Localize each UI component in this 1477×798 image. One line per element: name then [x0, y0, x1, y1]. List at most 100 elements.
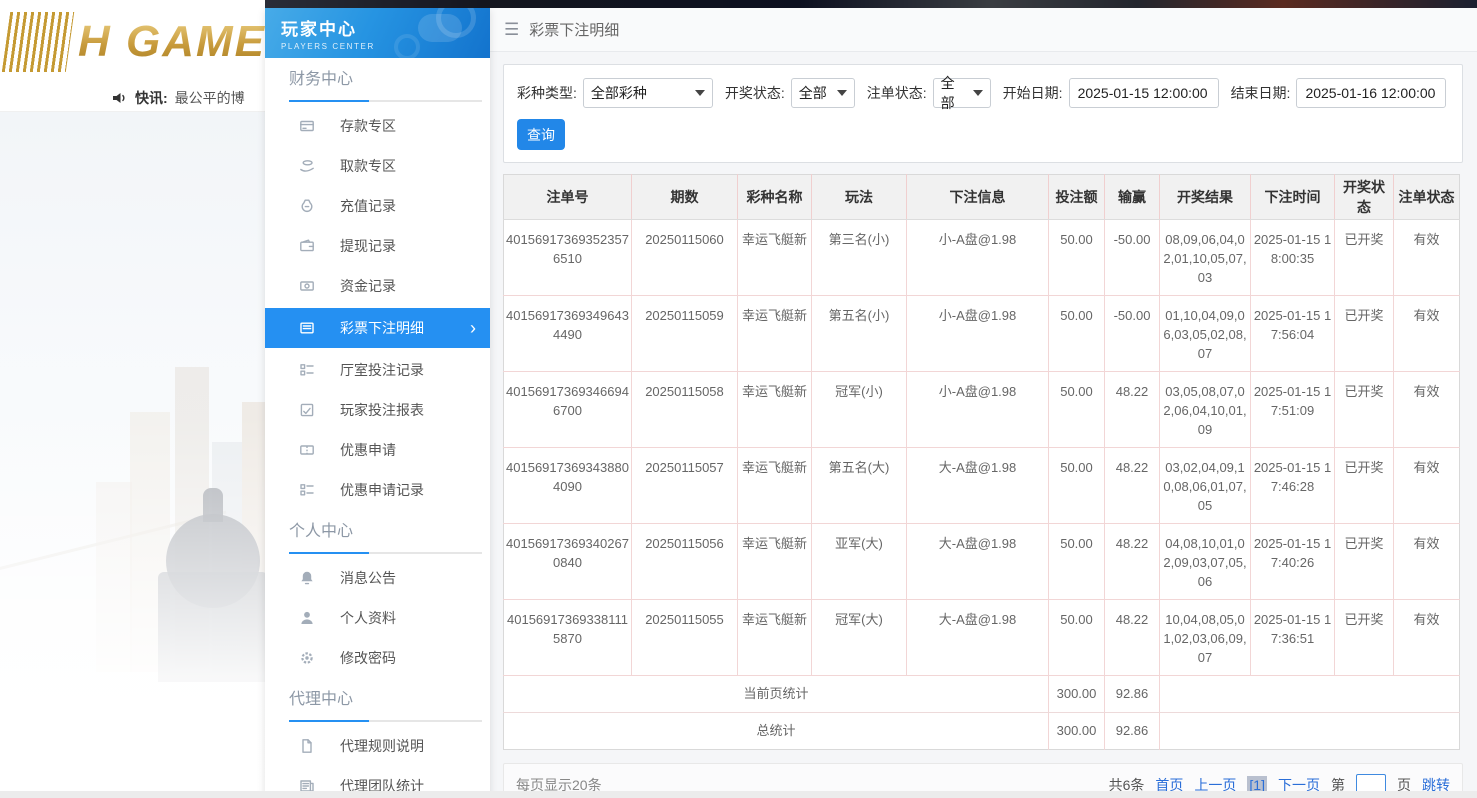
search-button[interactable]: 查询 — [517, 119, 565, 150]
bell-icon — [299, 570, 316, 587]
sidebar-subtitle: PLAYERS CENTER — [281, 42, 375, 51]
section-underline — [289, 720, 482, 722]
summary-winloss-total: 92.86 — [1104, 712, 1160, 750]
column-header-注单号: 注单号 — [503, 174, 632, 220]
sidebar-item-修改密码[interactable]: 修改密码 — [265, 638, 490, 678]
start-date-label: 开始日期: — [1002, 85, 1063, 101]
table-cell: 第五名(大) — [811, 447, 907, 524]
funds-ticket-icon — [299, 278, 316, 295]
sidebar-item-彩票下注明细[interactable]: 彩票下注明细 › — [265, 308, 490, 348]
sidebar-item-存款专区[interactable]: 存款专区 — [265, 106, 490, 146]
table-cell: 已开奖 — [1334, 371, 1394, 448]
end-date-input[interactable] — [1296, 78, 1447, 108]
table-cell: 48.22 — [1104, 447, 1160, 524]
summary-bet-total: 300.00 — [1048, 712, 1105, 750]
sidebar: 玩家中心 PLAYERS CENTER 财务中心存款专区取款专区 充值记录提现记录… — [265, 8, 490, 798]
column-header-彩种名称: 彩种名称 — [737, 174, 812, 220]
sidebar-item-优惠申请[interactable]: 优惠申请 — [265, 430, 490, 470]
summary-winloss-total: 92.86 — [1104, 675, 1160, 713]
left-banner-zone: H GAME 快讯: 最公平的博 — [0, 0, 265, 798]
summary-empty-cell — [1159, 712, 1460, 750]
ticker-text: 最公平的博 — [174, 90, 245, 106]
sidebar-item-label: 彩票下注明细 — [340, 320, 424, 336]
table-cell: 小-A盘@1.98 — [906, 371, 1049, 448]
sidebar-item-label: 玩家投注报表 — [340, 402, 424, 418]
summary-label: 总统计 — [756, 722, 796, 738]
start-date-input[interactable] — [1068, 78, 1219, 108]
sidebar-item-label: 提现记录 — [340, 238, 396, 254]
table-cell: 2025-01-15 17:51:09 — [1250, 371, 1335, 448]
column-header-期数: 期数 — [631, 174, 738, 220]
table-cell: 401569173693381115870 — [503, 599, 632, 676]
hall-records-icon — [299, 362, 316, 379]
table-cell: 幸运飞艇新 — [737, 447, 812, 524]
main-content: ☰ 彩票下注明细 彩种类型: 全部彩种 开奖状态: 全部 注单状态: 全部 开始… — [490, 8, 1477, 798]
chevron-down-icon — [972, 90, 983, 96]
table-cell: 401569173693438804090 — [503, 447, 632, 524]
table-row: 401569173693523576510 20250115060 幸运飞艇新 第三名… — [503, 219, 1460, 296]
table-cell: 48.22 — [1104, 599, 1160, 676]
table-row: 401569173693402670840 20250115056 幸运飞艇新 亚军(… — [503, 523, 1460, 600]
sidebar-item-取款专区[interactable]: 取款专区 — [265, 146, 490, 186]
summary-bet-total: 300.00 — [1048, 675, 1105, 713]
table-cell: 有效 — [1393, 219, 1460, 296]
draw-status-value: 全部 — [798, 85, 827, 101]
table-cell: 20250115056 — [631, 523, 738, 600]
table-cell: 已开奖 — [1334, 523, 1394, 600]
sidebar-item-label: 厅室投注记录 — [340, 362, 424, 378]
lottery-type-select[interactable]: 全部彩种 — [582, 78, 713, 108]
table-cell: 已开奖 — [1334, 219, 1394, 296]
user-icon — [299, 610, 316, 627]
table-cell: 亚军(大) — [811, 523, 907, 600]
deposit-card-icon — [299, 118, 316, 135]
table-cell: 20250115055 — [631, 599, 738, 676]
draw-status-select[interactable]: 全部 — [790, 78, 855, 108]
sidebar-item-label: 优惠申请记录 — [340, 482, 424, 498]
table-cell: 50.00 — [1048, 523, 1105, 600]
hamburger-menu-icon[interactable]: ☰ — [504, 20, 519, 40]
sidebar-header: 玩家中心 PLAYERS CENTER — [265, 8, 490, 58]
sidebar-item-提现记录[interactable]: 提现记录 — [265, 226, 490, 266]
order-status-select[interactable]: 全部 — [932, 75, 991, 111]
order-status-value: 全部 — [940, 75, 955, 111]
sidebar-item-消息公告[interactable]: 消息公告 — [265, 558, 490, 598]
bet-list-icon — [299, 320, 316, 337]
sidebar-section: 财务中心存款专区取款专区 充值记录提现记录资金记录彩票下注明细 › 厅室投注记录 玩家投… — [265, 68, 490, 510]
sidebar-item-资金记录[interactable]: 资金记录 — [265, 266, 490, 306]
sidebar-item-label: 资金记录 — [340, 278, 396, 294]
logo-text: H GAME — [78, 17, 265, 66]
chevron-right-icon: › — [470, 318, 476, 338]
table-cell: 已开奖 — [1334, 295, 1394, 372]
chevron-down-icon — [694, 90, 705, 96]
sidebar-menu: 财务中心存款专区取款专区 充值记录提现记录资金记录彩票下注明细 › 厅室投注记录 玩家投… — [265, 68, 490, 798]
wallet-icon — [299, 238, 316, 255]
table-cell: 2025-01-15 17:40:26 — [1250, 523, 1335, 600]
sidebar-item-优惠申请记录[interactable]: 优惠申请记录 — [265, 470, 490, 510]
sidebar-item-厅室投注记录[interactable]: 厅室投注记录 — [265, 350, 490, 390]
table-cell: 20250115057 — [631, 447, 738, 524]
table-row: 401569173693466946700 20250115058 幸运飞艇新 冠军(… — [503, 371, 1460, 448]
sidebar-item-label: 存款专区 — [340, 118, 396, 134]
sidebar-item-玩家投注报表[interactable]: 玩家投注报表 — [265, 390, 490, 430]
column-header-下注信息: 下注信息 — [906, 174, 1049, 220]
table-cell: 2025-01-15 18:00:35 — [1250, 219, 1335, 296]
site-logo[interactable]: H GAME — [1, 12, 265, 72]
table-cell: 48.22 — [1104, 371, 1160, 448]
ticker-label: 快讯: — [135, 90, 168, 106]
column-header-开奖状态: 开奖状态 — [1334, 174, 1394, 220]
summary-row: 总统计 300.00 92.86 — [504, 712, 1460, 750]
summary-empty-cell — [1159, 675, 1460, 713]
sidebar-section-title: 财务中心 — [289, 71, 354, 88]
sidebar-item-代理规则说明[interactable]: 代理规则说明 — [265, 726, 490, 766]
table-cell: 03,05,08,07,02,06,04,10,01,09 — [1159, 371, 1251, 448]
sidebar-item-label: 个人资料 — [340, 610, 396, 626]
sidebar-item-个人资料[interactable]: 个人资料 — [265, 598, 490, 638]
page-header: ☰ 彩票下注明细 — [490, 8, 1477, 52]
city-background-image — [0, 112, 265, 798]
table-cell: 小-A盘@1.98 — [906, 295, 1049, 372]
sidebar-item-充值记录[interactable]: 充值记录 — [265, 186, 490, 226]
coupon-icon — [299, 442, 316, 459]
table-cell: 50.00 — [1048, 371, 1105, 448]
summary-label: 当前页统计 — [503, 675, 1049, 713]
order-status-label: 注单状态: — [866, 85, 927, 101]
